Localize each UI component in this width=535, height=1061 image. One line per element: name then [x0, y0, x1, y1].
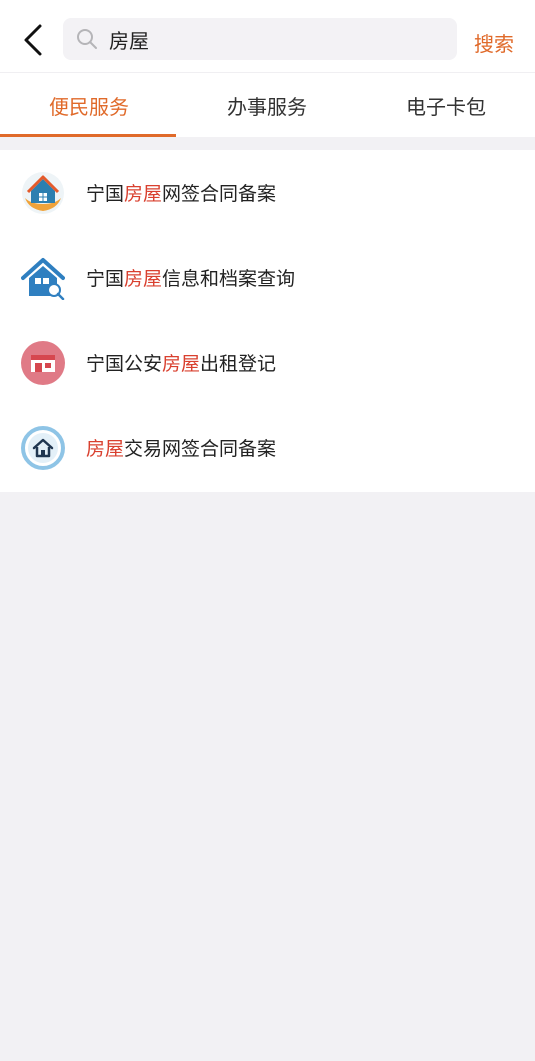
storefront-icon [21, 340, 65, 385]
result-title: 宁国公安房屋出租登记 [86, 349, 276, 376]
tab-convenience-services[interactable]: 便民服务 [0, 73, 178, 137]
search-button[interactable]: 搜索 [474, 28, 514, 57]
house-search-icon [21, 257, 65, 300]
search-results-list: 宁国房屋网签合同备案 宁国房屋信息和档案查询 宁国公安房屋出租登记 房屋交易网签… [0, 150, 535, 492]
list-item[interactable]: 宁国房屋信息和档案查询 [0, 235, 535, 320]
house-in-hands-icon [22, 171, 64, 214]
title-prefix: 宁国公安 [86, 353, 163, 375]
top-bar: 搜索 [0, 0, 535, 72]
list-item[interactable]: 房屋交易网签合同备案 [0, 405, 535, 490]
tab-label: 办事服务 [227, 94, 307, 119]
search-input[interactable] [107, 26, 431, 52]
keyword-highlight: 房屋 [86, 438, 125, 460]
title-prefix: 宁国 [86, 183, 125, 205]
result-title: 房屋交易网签合同备案 [86, 434, 276, 461]
title-suffix: 交易网签合同备案 [124, 438, 277, 460]
active-tab-indicator [0, 134, 176, 137]
search-icon [76, 28, 98, 50]
list-item[interactable]: 宁国公安房屋出租登记 [0, 320, 535, 405]
search-bar[interactable] [63, 18, 457, 60]
tab-label: 电子卡包 [406, 94, 486, 119]
tab-affairs-services[interactable]: 办事服务 [178, 73, 356, 137]
list-item[interactable]: 宁国房屋网签合同备案 [0, 150, 535, 235]
keyword-highlight: 房屋 [124, 268, 163, 290]
title-suffix: 网签合同备案 [162, 183, 277, 205]
tab-label: 便民服务 [49, 94, 129, 119]
tab-e-card-wallet[interactable]: 电子卡包 [357, 73, 535, 137]
title-prefix: 宁国 [86, 268, 125, 290]
title-suffix: 信息和档案查询 [162, 268, 296, 290]
keyword-highlight: 房屋 [124, 183, 163, 205]
result-title: 宁国房屋信息和档案查询 [86, 264, 295, 291]
tab-bar: 便民服务 办事服务 电子卡包 [0, 72, 535, 137]
title-suffix: 出租登记 [200, 353, 277, 375]
chevron-left-icon [24, 24, 42, 56]
keyword-highlight: 房屋 [162, 353, 201, 375]
home-circle-icon [21, 425, 65, 470]
back-button[interactable] [18, 22, 48, 58]
result-title: 宁国房屋网签合同备案 [86, 179, 276, 206]
